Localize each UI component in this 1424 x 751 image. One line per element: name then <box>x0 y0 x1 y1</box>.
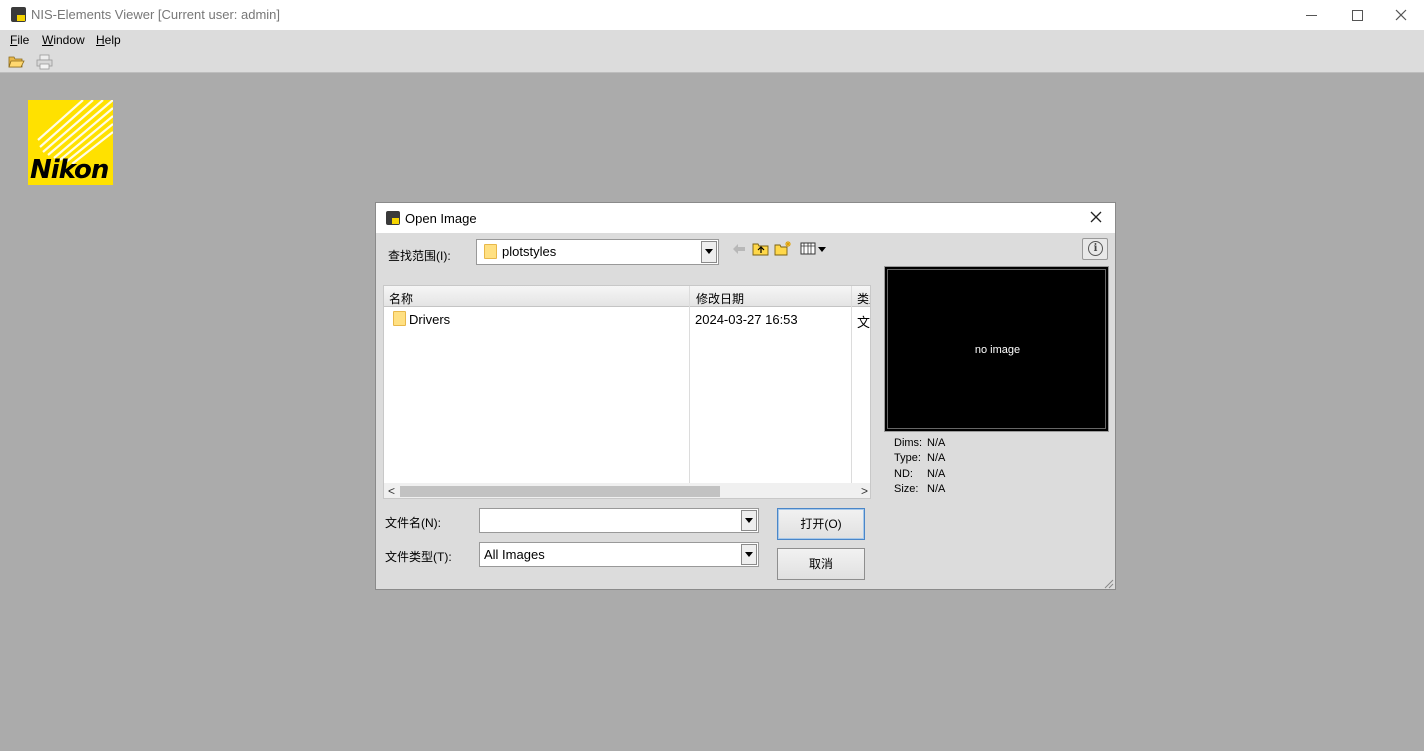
minimize-icon <box>1305 14 1317 16</box>
file-modified: 2024-03-27 16:53 <box>695 312 798 327</box>
print-button[interactable] <box>36 54 53 70</box>
horizontal-scrollbar[interactable]: < > <box>384 483 870 498</box>
open-button[interactable] <box>8 54 25 70</box>
meta-nd: ND: N/A <box>894 468 946 480</box>
filetype-combo[interactable]: All Images <box>479 542 759 567</box>
view-menu-icon <box>800 242 826 255</box>
file-name: Drivers <box>409 312 451 327</box>
look-in-combo[interactable]: plotstyles <box>476 239 719 265</box>
scroll-left-icon[interactable]: < <box>388 484 395 498</box>
view-menu-button[interactable] <box>800 240 828 258</box>
maximize-button[interactable] <box>1334 0 1380 30</box>
toolbar <box>0 51 1424 73</box>
open-button[interactable]: 打开(O) <box>777 508 865 540</box>
dropdown-arrow-icon[interactable] <box>701 241 717 263</box>
resize-grip-icon <box>1104 579 1114 589</box>
filetype-label: 文件类型(T): <box>385 550 452 564</box>
dialog-app-icon <box>386 211 400 225</box>
close-icon <box>1395 9 1407 21</box>
dialog-titlebar: Open Image <box>376 203 1115 233</box>
nikon-logo: Nikon <box>28 100 113 185</box>
no-image-text: no image <box>974 344 1021 356</box>
dialog-title: Open Image <box>405 211 477 226</box>
file-row[interactable]: Drivers 2024-03-27 16:53 文件夹 <box>384 309 871 330</box>
app-icon <box>11 7 26 22</box>
up-folder-icon <box>752 243 769 256</box>
dropdown-arrow-icon[interactable] <box>741 544 757 565</box>
meta-dims: Dims: N/A <box>894 437 946 449</box>
app-titlebar: NIS-Elements Viewer [Current user: admin… <box>0 0 1424 30</box>
menu-help[interactable]: Help <box>96 33 121 47</box>
print-icon <box>36 54 53 70</box>
look-in-label: 查找范围(I): <box>388 249 451 263</box>
column-header-name[interactable]: 名称 <box>389 290 413 307</box>
meta-type: Type: N/A <box>894 452 946 464</box>
resize-grip[interactable] <box>1102 577 1114 589</box>
info-icon: i <box>1088 241 1103 256</box>
dialog-close-button[interactable] <box>1090 209 1102 226</box>
menubar: File Window Help <box>0 30 1424 51</box>
open-folder-icon <box>8 56 25 68</box>
file-list[interactable]: 名称 修改日期 类型 Drivers 2024-03-27 16:53 文件夹 … <box>383 285 871 499</box>
look-in-value: plotstyles <box>502 244 557 259</box>
info-button[interactable]: i <box>1082 238 1108 260</box>
dropdown-arrow-icon[interactable] <box>741 510 757 531</box>
menu-window[interactable]: Window <box>42 33 85 47</box>
new-folder-icon <box>774 241 791 256</box>
minimize-button[interactable] <box>1288 0 1334 30</box>
filename-combo[interactable] <box>479 508 759 533</box>
folder-icon <box>484 244 497 259</box>
menu-file[interactable]: File <box>10 33 29 47</box>
back-arrow-icon <box>733 244 745 254</box>
close-icon <box>1090 211 1102 223</box>
column-header-modified[interactable]: 修改日期 <box>696 290 744 307</box>
close-button[interactable] <box>1378 0 1424 30</box>
image-preview: no image <box>884 266 1109 432</box>
scroll-right-icon[interactable]: > <box>861 484 868 498</box>
scrollbar-thumb[interactable] <box>400 486 720 497</box>
up-folder-button[interactable] <box>752 240 770 258</box>
window-title: NIS-Elements Viewer [Current user: admin… <box>31 7 281 22</box>
filename-label: 文件名(N): <box>385 516 441 530</box>
maximize-icon <box>1351 9 1363 21</box>
column-header-type[interactable]: 类型 <box>857 290 870 307</box>
new-folder-button[interactable] <box>774 240 792 258</box>
filetype-value: All Images <box>484 547 545 562</box>
back-button[interactable] <box>730 240 748 258</box>
logo-text: Nikon <box>30 155 109 185</box>
file-type: 文件夹 <box>857 315 871 330</box>
file-list-header: 名称 修改日期 类型 <box>384 286 870 307</box>
cancel-button[interactable]: 取消 <box>777 548 865 580</box>
meta-size: Size: N/A <box>894 483 946 495</box>
folder-icon <box>393 311 406 326</box>
preview-canvas: no image <box>887 269 1106 429</box>
